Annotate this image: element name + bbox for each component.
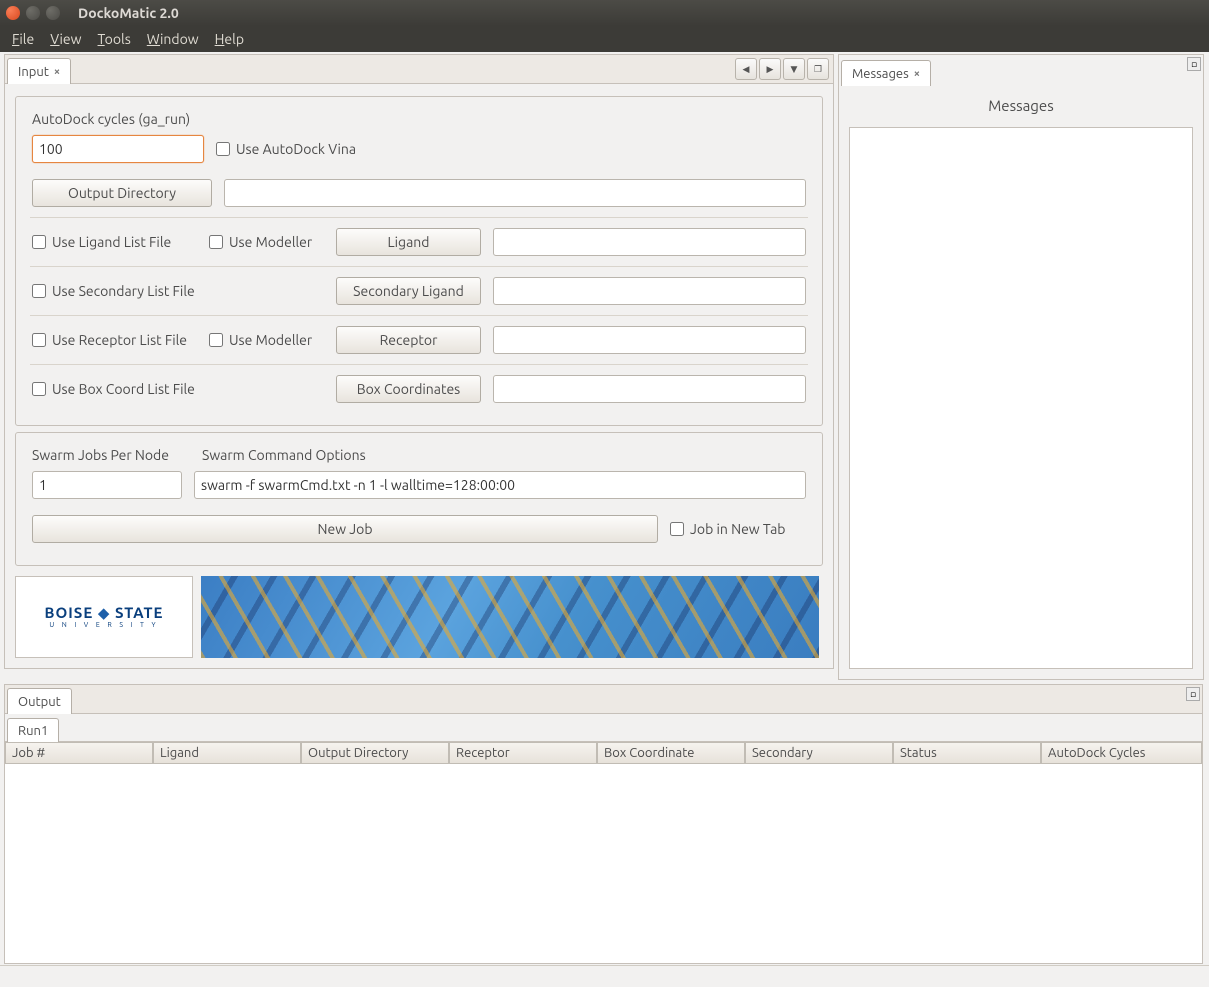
minimize-panel-button[interactable]: ▫ — [1186, 687, 1200, 701]
close-icon[interactable]: × — [914, 68, 920, 80]
autodock-group: AutoDock cycles (ga_run) Use AutoDock Vi… — [15, 96, 823, 426]
messages-heading: Messages — [839, 85, 1203, 126]
menubar: File View Tools Window Help — [0, 26, 1209, 52]
autodock-cycles-label: AutoDock cycles (ga_run) — [32, 111, 806, 127]
col-receptor[interactable]: Receptor — [449, 742, 597, 764]
use-autodock-vina-checkbox[interactable]: Use AutoDock Vina — [216, 141, 356, 157]
statusbar — [0, 965, 1209, 987]
secondary-ligand-button[interactable]: Secondary Ligand — [336, 277, 481, 305]
menu-file[interactable]: File — [4, 29, 42, 49]
secondary-ligand-input[interactable] — [493, 277, 806, 305]
tab-input[interactable]: Input × — [7, 58, 71, 84]
menu-window[interactable]: Window — [139, 29, 207, 49]
use-modeller-receptor-checkbox[interactable]: Use Modeller — [209, 332, 324, 348]
use-box-coord-list-checkbox[interactable]: Use Box Coord List File — [32, 381, 324, 397]
receptor-button[interactable]: Receptor — [336, 326, 481, 354]
use-secondary-list-checkbox[interactable]: Use Secondary List File — [32, 283, 324, 299]
autodock-cycles-input[interactable] — [32, 135, 204, 163]
tab-maximize-button[interactable]: ❐ — [807, 58, 829, 80]
menu-help[interactable]: Help — [207, 29, 252, 49]
messages-tabstrip: Messages × ▫ — [839, 55, 1203, 85]
output-subtabstrip: Run1 — [4, 714, 1203, 742]
use-ligand-list-checkbox[interactable]: Use Ligand List File — [32, 234, 197, 250]
col-output-directory[interactable]: Output Directory — [301, 742, 449, 764]
swarm-cmd-input[interactable] — [194, 471, 806, 499]
dna-banner-image — [201, 576, 819, 658]
minimize-panel-button[interactable]: ▫ — [1187, 57, 1201, 71]
col-status[interactable]: Status — [893, 742, 1041, 764]
col-job-number[interactable]: Job # — [5, 742, 153, 764]
menu-tools[interactable]: Tools — [90, 29, 139, 49]
close-icon[interactable]: × — [54, 66, 60, 78]
window-titlebar: DockoMatic 2.0 — [0, 0, 1209, 26]
col-secondary[interactable]: Secondary — [745, 742, 893, 764]
tab-input-label: Input — [18, 65, 49, 79]
close-icon[interactable] — [6, 6, 20, 20]
col-autodock-cycles[interactable]: AutoDock Cycles — [1041, 742, 1202, 764]
swarm-cmd-label: Swarm Command Options — [202, 447, 366, 463]
ligand-button[interactable]: Ligand — [336, 228, 481, 256]
tab-run1[interactable]: Run1 — [7, 718, 59, 742]
jobs-table: Job # Ligand Output Directory Receptor B… — [4, 742, 1203, 964]
minimize-icon[interactable] — [26, 6, 40, 20]
tab-output[interactable]: Output — [7, 688, 72, 714]
swarm-jobs-label: Swarm Jobs Per Node — [32, 447, 190, 463]
window-title: DockoMatic 2.0 — [78, 5, 179, 21]
swarm-group: Swarm Jobs Per Node Swarm Command Option… — [15, 432, 823, 566]
col-box-coordinate[interactable]: Box Coordinate — [597, 742, 745, 764]
job-in-new-tab-checkbox[interactable]: Job in New Tab — [670, 521, 786, 537]
tab-scroll-left-button[interactable]: ◀ — [735, 58, 757, 80]
tab-dropdown-button[interactable]: ▼ — [783, 58, 805, 80]
boise-state-logo: BOISE ◆ STATEU N I V E R S I T Y — [15, 576, 193, 658]
tab-messages[interactable]: Messages × — [841, 60, 931, 86]
ligand-input[interactable] — [493, 228, 806, 256]
col-ligand[interactable]: Ligand — [153, 742, 301, 764]
menu-view[interactable]: View — [42, 29, 89, 49]
output-directory-input[interactable] — [224, 179, 806, 207]
use-receptor-list-checkbox[interactable]: Use Receptor List File — [32, 332, 197, 348]
output-directory-button[interactable]: Output Directory — [32, 179, 212, 207]
box-coordinates-button[interactable]: Box Coordinates — [336, 375, 481, 403]
maximize-icon[interactable] — [46, 6, 60, 20]
swarm-jobs-input[interactable] — [32, 471, 182, 499]
box-coordinates-input[interactable] — [493, 375, 806, 403]
output-tabstrip: Output ▫ — [4, 684, 1203, 714]
receptor-input[interactable] — [493, 326, 806, 354]
use-modeller-ligand-checkbox[interactable]: Use Modeller — [209, 234, 324, 250]
tab-scroll-right-button[interactable]: ▶ — [759, 58, 781, 80]
new-job-button[interactable]: New Job — [32, 515, 658, 543]
messages-body — [849, 127, 1193, 669]
input-tabstrip: Input × ◀ ▶ ▼ ❐ — [4, 54, 834, 84]
